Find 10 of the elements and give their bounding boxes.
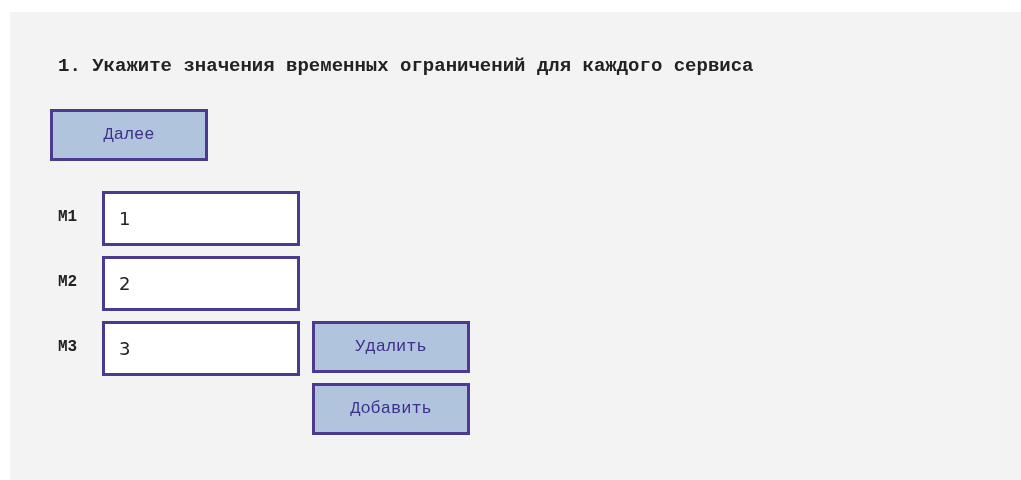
question-heading: 1. Укажите значения временных ограничений для каждого сервиса <box>58 54 755 79</box>
input-field[interactable]: 1 <box>102 190 300 246</box>
input-field[interactable]: 2 <box>102 255 300 311</box>
field-label: M2 <box>57 271 79 293</box>
add-button[interactable]: Добавить <box>312 382 470 435</box>
field-label: M3 <box>57 336 79 358</box>
field-label: M1 <box>57 206 79 228</box>
next-button[interactable]: Далее <box>50 108 208 161</box>
remove-button[interactable]: Удалить <box>312 320 470 373</box>
input-field[interactable]: 3 <box>102 320 300 376</box>
